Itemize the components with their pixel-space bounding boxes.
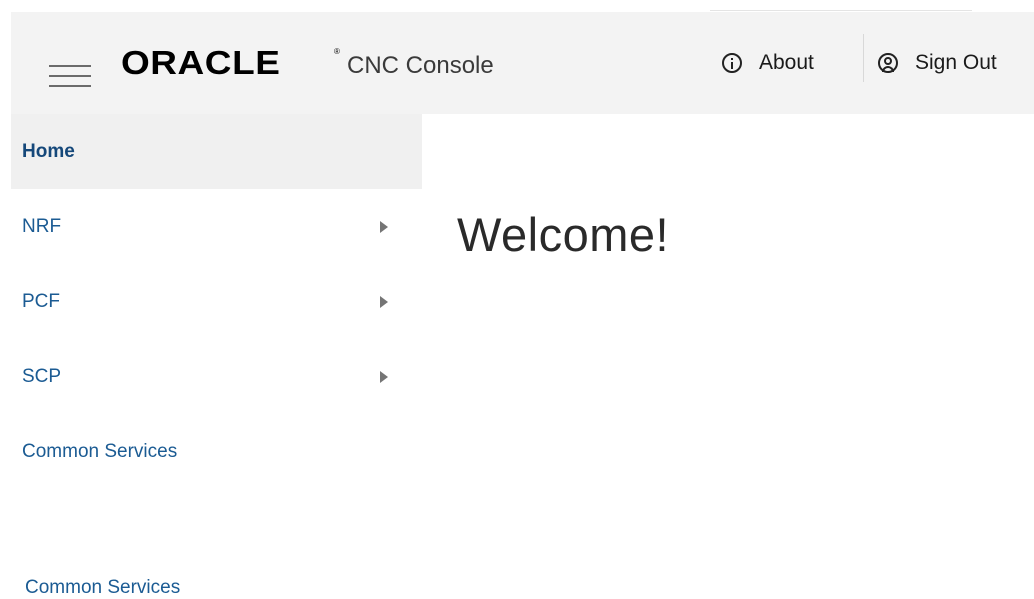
welcome-heading: Welcome! [457, 208, 670, 261]
sidebar-item-common-services[interactable]: Common Services [11, 414, 422, 489]
sidebar-item-label: PCF [22, 290, 60, 312]
user-icon [878, 53, 898, 73]
sidebar-item-label: NRF [22, 215, 62, 237]
header-divider-line [710, 10, 972, 11]
sign-out-button[interactable]: Sign Out [878, 48, 997, 78]
sidebar-item-label: SCP [22, 365, 62, 387]
caret-right-icon [380, 370, 388, 383]
info-icon [722, 53, 742, 73]
sidebar-item-scp[interactable]: SCP [11, 339, 422, 414]
about-button[interactable]: About [722, 48, 814, 78]
header-separator [863, 34, 864, 82]
sidebar-item-pcf[interactable]: PCF [11, 264, 422, 339]
sidebar-nav: Home NRF PCF SCP Common Services [11, 114, 422, 489]
hamburger-menu-icon[interactable] [49, 65, 91, 87]
sidebar-item-home[interactable]: Home [11, 114, 422, 189]
app-title: CNC Console [347, 52, 494, 79]
about-label: About [759, 51, 814, 74]
sidebar-item-nrf[interactable]: NRF [11, 189, 422, 264]
footer-common-services-link[interactable]: Common Services [25, 575, 180, 599]
sidebar-item-label: Common Services [22, 440, 178, 462]
sidebar-item-label: Home [22, 140, 75, 162]
oracle-logo: ORACLE [121, 44, 281, 81]
caret-right-icon [380, 220, 388, 233]
caret-right-icon [380, 295, 388, 308]
sign-out-label: Sign Out [915, 51, 997, 74]
registered-mark: ® [334, 47, 340, 56]
